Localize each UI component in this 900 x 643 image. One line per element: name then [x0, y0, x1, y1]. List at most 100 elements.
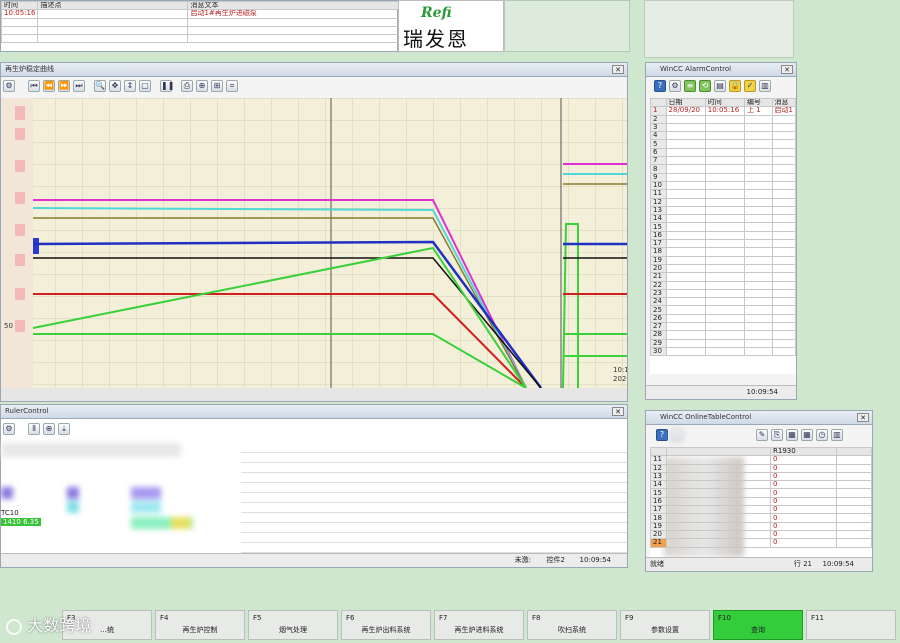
table-row[interactable]: 30: [650, 346, 796, 357]
table-row[interactable]: 17: [650, 239, 796, 249]
table-row[interactable]: 21: [650, 272, 796, 282]
table-row[interactable]: 18: [650, 247, 796, 257]
col-date-header[interactable]: 日期: [665, 98, 706, 108]
fkey-f7-button[interactable]: F7 再生炉进料系统: [434, 610, 524, 640]
prev-page-icon[interactable]: ⏪: [43, 80, 55, 92]
ruler-window-title: RulerControl: [1, 405, 627, 419]
table-row[interactable]: 13 0: [650, 471, 872, 482]
table-row[interactable]: 6: [650, 147, 796, 158]
trend-plot[interactable]: 50 10:1 2020: [1, 98, 631, 401]
fkey-f11-button[interactable]: F11: [806, 610, 896, 640]
fkey-f8-button[interactable]: F8 吹扫系统: [527, 610, 617, 640]
table-row[interactable]: 12: [650, 197, 796, 207]
zoom-icon[interactable]: 🔍: [94, 80, 106, 92]
message-list-icon[interactable]: ≡: [684, 80, 696, 92]
table-row[interactable]: 13: [650, 205, 796, 216]
table-row[interactable]: 16: [650, 230, 796, 241]
config-icon[interactable]: ⚙: [3, 423, 15, 435]
fkey-label: 再生炉进料系统: [454, 626, 504, 634]
table-row[interactable]: 21 0: [650, 538, 872, 548]
next-page-icon[interactable]: ⏩: [58, 80, 70, 92]
time-axis-label-2: 2020: [613, 375, 627, 383]
table-row[interactable]: 28: [650, 330, 796, 340]
config-icon[interactable]: ⚙: [3, 80, 15, 92]
zoom-axis-icon[interactable]: ⇕: [124, 80, 136, 92]
table-row[interactable]: 22: [650, 280, 796, 290]
pause-icon[interactable]: ❚❚: [160, 80, 174, 92]
lock-icon[interactable]: 🔒: [729, 80, 741, 92]
help-icon[interactable]: ?: [654, 80, 666, 92]
table-row[interactable]: 15 0: [650, 488, 872, 498]
time-icon[interactable]: ◷: [816, 429, 828, 441]
table-row[interactable]: 24: [650, 297, 796, 307]
fkey-f10-button[interactable]: F10 查询: [713, 610, 803, 640]
columns-icon[interactable]: ⫴: [28, 423, 40, 435]
table-row[interactable]: 3: [650, 122, 796, 133]
table-row[interactable]: 25: [650, 305, 796, 315]
table-row[interactable]: 10: [650, 180, 796, 191]
print-icon[interactable]: ⎙: [181, 80, 193, 92]
select-icon[interactable]: ⊕: [43, 423, 55, 435]
fkey-f6-button[interactable]: F6 再生炉出料系统: [341, 610, 431, 640]
fkey-f5-button[interactable]: F5 烟气处理: [248, 610, 338, 640]
last-page-icon[interactable]: ⏭: [73, 80, 85, 92]
close-icon[interactable]: ✕: [781, 65, 793, 74]
move-icon[interactable]: ✥: [109, 80, 121, 92]
col-message-header[interactable]: 消息: [771, 98, 796, 108]
table-row[interactable]: 4: [650, 131, 796, 141]
table-row[interactable]: 14: [650, 214, 796, 224]
table-row[interactable]: 26: [650, 313, 796, 324]
first-page-icon[interactable]: ⏮: [28, 80, 40, 92]
fkey-f4-button[interactable]: F4 再生炉控制: [155, 610, 245, 640]
close-icon[interactable]: ✕: [612, 65, 624, 74]
table-row[interactable]: 8: [650, 164, 796, 174]
original-view-icon[interactable]: ▢: [139, 80, 151, 92]
y-axis-tick-label: 50: [4, 322, 13, 330]
edit-icon[interactable]: ✎: [756, 429, 768, 441]
last-record-icon[interactable]: ▦: [801, 429, 813, 441]
help-icon[interactable]: ?: [656, 429, 668, 441]
table-row[interactable]: 27: [650, 321, 796, 332]
col-message-header[interactable]: 消息文本: [187, 0, 399, 11]
table-row[interactable]: 11 0: [650, 455, 872, 465]
table-row[interactable]: 1 28/09/20 10:05:16 上 1 启动1: [650, 106, 796, 116]
config-icon[interactable]: ⚙: [669, 80, 681, 92]
table-row[interactable]: 15: [650, 222, 796, 232]
table-row[interactable]: 12 0: [650, 463, 872, 473]
history-list-icon[interactable]: ⟲: [699, 80, 711, 92]
table-row[interactable]: 20 0: [650, 529, 872, 540]
table-row[interactable]: 17 0: [650, 505, 872, 515]
select-data-icon[interactable]: ⌗: [226, 80, 238, 92]
copy-icon[interactable]: ⎘: [771, 429, 783, 441]
statistics-icon[interactable]: ▥: [759, 80, 771, 92]
export-icon[interactable]: ⤓: [58, 423, 70, 435]
table-row[interactable]: 11: [650, 189, 796, 199]
table-row[interactable]: 29: [650, 338, 796, 348]
ruler-icon[interactable]: ⊕: [196, 80, 208, 92]
hit-list-icon[interactable]: ▤: [714, 80, 726, 92]
table-row[interactable]: 16 0: [650, 496, 872, 507]
table-row[interactable]: 20: [650, 263, 796, 274]
table-row[interactable]: 9: [650, 172, 796, 182]
table-row[interactable]: 19: [650, 255, 796, 265]
col-r1930-header[interactable]: R1930: [770, 447, 837, 457]
col-number-header[interactable]: 编号: [743, 98, 773, 108]
table-row[interactable]: 14 0: [650, 480, 872, 490]
time-range-icon[interactable]: ⊞: [211, 80, 223, 92]
table-row[interactable]: 5: [650, 139, 796, 149]
export-icon[interactable]: ▥: [831, 429, 843, 441]
fkey-f9-button[interactable]: F9 参数设置: [620, 610, 710, 640]
acknowledge-icon[interactable]: ✓: [744, 80, 756, 92]
table-row[interactable]: 7: [650, 156, 796, 166]
col-time-header[interactable]: 时间: [704, 98, 745, 108]
col-point-header[interactable]: 描述点: [37, 0, 189, 11]
first-record-icon[interactable]: ▦: [786, 429, 798, 441]
close-icon[interactable]: ✕: [857, 413, 869, 422]
col-time-header[interactable]: 时间: [0, 0, 39, 11]
table-row[interactable]: 18 0: [650, 513, 872, 523]
table-row[interactable]: 19 0: [650, 521, 872, 531]
close-icon[interactable]: ✕: [612, 407, 624, 416]
row-label-2: 1410 6.35: [1, 518, 41, 526]
table-row[interactable]: 23: [650, 288, 796, 299]
table-row[interactable]: 2: [650, 114, 796, 124]
